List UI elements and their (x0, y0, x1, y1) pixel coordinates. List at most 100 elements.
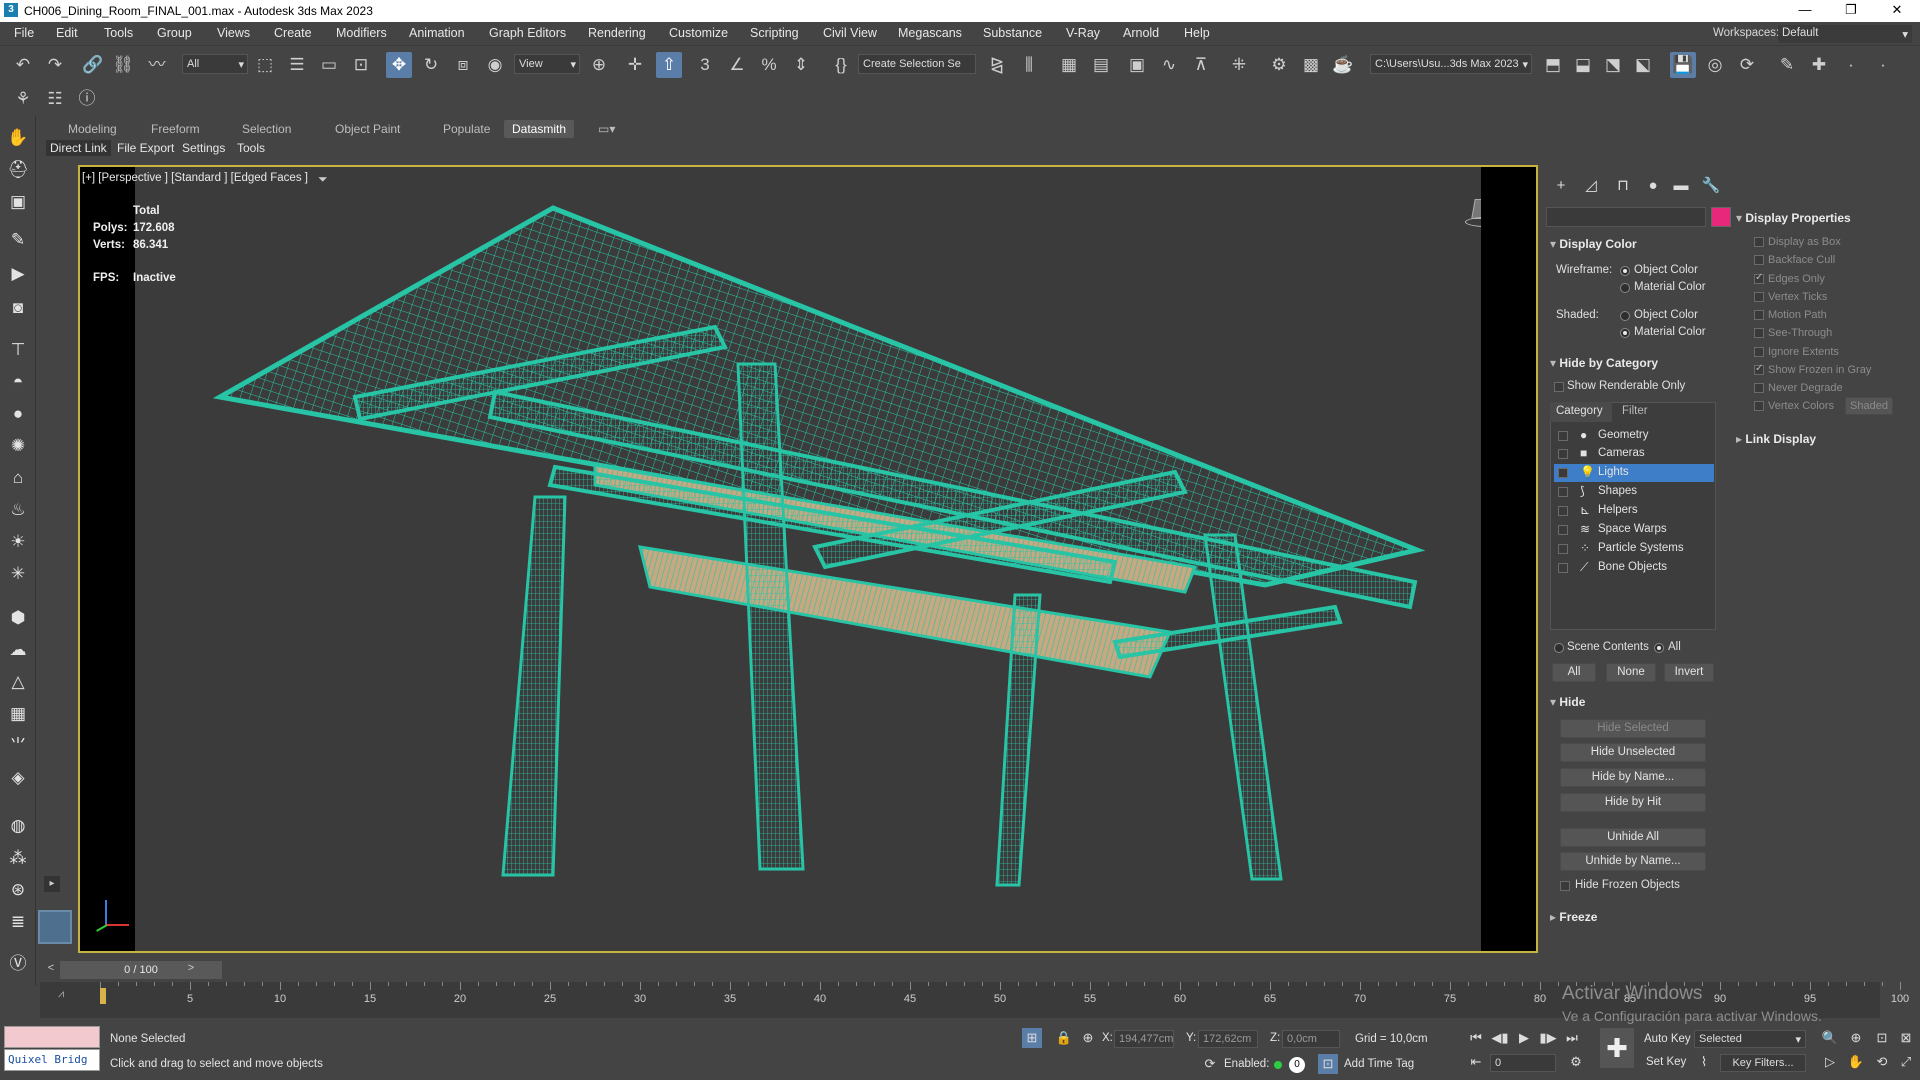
show-renderable-only-checkbox[interactable] (1554, 382, 1564, 392)
menu-scripting[interactable]: Scripting (750, 26, 799, 40)
current-frame-marker[interactable] (100, 988, 106, 1004)
viewport-label[interactable]: [+] [Perspective ] [Standard ] [Edged Fa… (82, 172, 308, 184)
layer-explorer-icon[interactable]: ▤ (1088, 52, 1114, 78)
category-particle-systems[interactable]: ⁘ Particle Systems (1554, 540, 1714, 558)
select-object-icon[interactable]: ⬚ (252, 52, 278, 78)
cameras-checkbox[interactable] (1558, 449, 1568, 459)
hide-selected-button[interactable]: Hide Selected (1560, 719, 1706, 738)
pivot-center-icon[interactable]: ⊕ (586, 52, 612, 78)
play-icon[interactable]: ▶ (1514, 1028, 1534, 1048)
subtab-tools[interactable]: Tools (233, 140, 269, 156)
category-lights[interactable]: 💡 Lights (1554, 464, 1714, 482)
edges-only-checkbox[interactable] (1754, 272, 1764, 284)
key-mode-toggle-icon[interactable]: ⇤ (1466, 1052, 1486, 1072)
table-wireframe[interactable] (135, 167, 1481, 951)
select-and-move-icon[interactable]: ✥ (386, 52, 412, 78)
selection-lock-icon[interactable]: 🔒 (1054, 1028, 1074, 1048)
save-icon[interactable]: 💾 (1670, 52, 1696, 78)
scene-contents-radio[interactable] (1554, 643, 1564, 653)
menu-vray[interactable]: V-Ray (1066, 26, 1100, 40)
maxscript-listener-top[interactable] (4, 1026, 100, 1048)
auto-key-button[interactable]: Auto Key (1644, 1033, 1691, 1045)
category-all-button[interactable]: All (1552, 663, 1596, 682)
bind-space-warp-icon[interactable]: 〰 (144, 52, 170, 78)
menu-views[interactable]: Views (217, 26, 250, 40)
select-and-place-icon[interactable]: ◉ (482, 52, 508, 78)
set-key-big-icon[interactable]: ✚ (1600, 1028, 1634, 1068)
bone-objects-checkbox[interactable] (1558, 563, 1568, 573)
mushroom-icon[interactable]: ⌂ (6, 466, 30, 490)
menu-help[interactable]: Help (1184, 26, 1210, 40)
hide-unselected-button[interactable]: Hide Unselected (1560, 743, 1706, 762)
perspective-viewport[interactable] (135, 167, 1481, 951)
close-button[interactable]: ✕ (1874, 0, 1920, 22)
ignore-extents-checkbox[interactable] (1754, 347, 1764, 357)
x-coordinate-field[interactable]: 194,477cm (1114, 1030, 1174, 1048)
help-icon[interactable]: ⓘ (74, 86, 100, 112)
add-icon[interactable]: ✚ (1806, 52, 1832, 78)
time-slider[interactable]: < 0 / 100 > (40, 960, 1920, 980)
subtab-file-export[interactable]: File Export (113, 140, 178, 156)
zoom-extents-icon[interactable]: ⊡ (1872, 1028, 1892, 1048)
motion-path-checkbox[interactable] (1754, 310, 1764, 320)
workspace-icon[interactable]: ⚘ (10, 86, 36, 112)
layers-icon[interactable]: ≣ (6, 910, 30, 934)
edit-named-selection-icon[interactable]: {} (828, 52, 854, 78)
maximize-button[interactable]: ❐ (1828, 0, 1874, 22)
render-production-icon[interactable]: ☕ (1330, 52, 1356, 78)
light-icon[interactable]: ✺ (6, 434, 30, 458)
unlink-icon[interactable]: ⛓ (110, 52, 136, 78)
reference-coordinate-dropdown[interactable]: View ▾ (514, 54, 580, 74)
menu-civil-view[interactable]: Civil View (823, 26, 877, 40)
pan-icon[interactable]: ✋ (1846, 1052, 1866, 1072)
key-filters-button[interactable]: Key Filters... (1720, 1054, 1806, 1072)
ribbon-options-icon[interactable]: ▭▾ (590, 120, 623, 138)
render-setup-icon[interactable]: ⚙ (1266, 52, 1292, 78)
add-time-tag-label[interactable]: Add Time Tag (1344, 1058, 1414, 1070)
set-key-button[interactable]: Set Key (1646, 1056, 1686, 1068)
named-selection-dropdown[interactable]: Create Selection Se (858, 54, 976, 74)
select-and-rotate-icon[interactable]: ↻ (418, 52, 444, 78)
absolute-mode-icon[interactable]: ⊕ (1078, 1028, 1098, 1048)
display-color-rollout[interactable]: Display Color (1550, 237, 1636, 251)
brush-icon[interactable]: ✎ (6, 228, 30, 252)
camera-box-icon[interactable]: ▣ (6, 190, 30, 214)
flame-icon[interactable]: ♨ (6, 498, 30, 522)
hide-by-category-rollout[interactable]: Hide by Category (1550, 356, 1658, 370)
sun-icon[interactable]: ☀ (6, 530, 30, 554)
default-in-out-tangent-icon[interactable]: ⌇ (1694, 1052, 1714, 1072)
category-cameras[interactable]: ■ Cameras (1554, 445, 1714, 463)
schematic-view-icon[interactable]: ⊼ (1188, 52, 1214, 78)
snaps-toggle-icon[interactable]: 3 (692, 52, 718, 78)
time-tag-icon[interactable]: ⊡ (1318, 1054, 1338, 1074)
show-frozen-in-gray-checkbox[interactable] (1754, 363, 1764, 375)
display-properties-rollout[interactable]: Display Properties (1736, 211, 1850, 225)
dome-icon[interactable]: ◓ (6, 370, 30, 394)
ribbon-tab-datasmith[interactable]: Datasmith (504, 120, 575, 138)
see-through-checkbox[interactable] (1754, 328, 1764, 338)
next-frame-icon[interactable]: ▮▶ (1538, 1028, 1558, 1048)
ribbon-tab-populate[interactable]: Populate (435, 120, 498, 138)
minimize-button[interactable]: — (1782, 0, 1828, 22)
curve-editor-mini-icon[interactable]: ⩘ (58, 988, 64, 1001)
unhide-by-name-button[interactable]: Unhide by Name... (1560, 852, 1706, 871)
hide-by-hit-button[interactable]: Hide by Hit (1560, 793, 1706, 812)
ribbon-tab-freeform[interactable]: Freeform (143, 120, 208, 138)
category-geometry[interactable]: ● Geometry (1554, 427, 1714, 445)
sphere-icon[interactable]: ● (6, 402, 30, 426)
menu-graph-editors[interactable]: Graph Editors (489, 26, 566, 40)
cloud-icon[interactable]: ☁ (6, 638, 30, 662)
utilities-tab-icon[interactable]: 🔧 (1700, 175, 1722, 197)
adaptive-degradation-icon[interactable]: ⟳ (1200, 1054, 1220, 1074)
hierarchy-tab-icon[interactable]: ⊓ (1612, 175, 1634, 197)
cube-icon[interactable]: ⬢ (6, 606, 30, 630)
category-none-button[interactable]: None (1606, 663, 1656, 682)
category-invert-button[interactable]: Invert (1664, 663, 1714, 682)
ribbon-tab-object-paint[interactable]: Object Paint (327, 120, 408, 138)
menu-create[interactable]: Create (274, 26, 312, 40)
drop-icon[interactable]: ◈ (6, 766, 30, 790)
time-next-icon[interactable]: > (184, 962, 198, 978)
lights-checkbox[interactable] (1558, 468, 1568, 478)
y-coordinate-field[interactable]: 172,62cm (1198, 1030, 1258, 1048)
unhide-all-button[interactable]: Unhide All (1560, 828, 1706, 847)
